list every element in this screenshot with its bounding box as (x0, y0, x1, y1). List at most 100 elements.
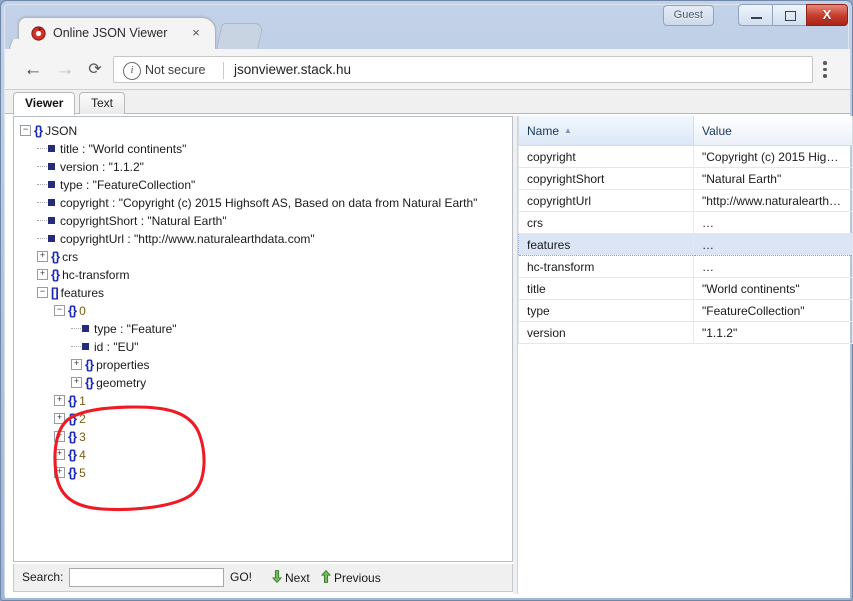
tree-node-label: geometry (96, 375, 147, 390)
tab-close-icon[interactable]: × (189, 26, 203, 40)
array-brace-icon: [] (51, 284, 59, 300)
tree-node[interactable]: type : "Feature" (14, 319, 512, 337)
table-row[interactable]: version "1.1.2" (518, 321, 853, 344)
reload-button[interactable]: ⟳ (83, 58, 107, 82)
tree-node-label: copyrightShort : "Natural Earth" (60, 213, 227, 228)
chrome-menu-icon[interactable] (823, 61, 827, 79)
table-cell-value: "1.1.2" (693, 321, 853, 344)
tree-node-label: features (60, 285, 105, 300)
tree-guide-line (71, 327, 81, 330)
tree-node[interactable]: −[] features (14, 283, 512, 301)
column-header-name-label: Name (527, 123, 560, 138)
tree-node[interactable]: +{} 1 (14, 391, 512, 409)
tree-node-label: 5 (79, 465, 86, 480)
tree-node[interactable]: +{} geometry (14, 373, 512, 391)
tree-node[interactable]: +{} 2 (14, 409, 512, 427)
tree-node[interactable]: copyright : "Copyright (c) 2015 Highsoft… (14, 193, 512, 211)
tree-node[interactable]: copyrightUrl : "http://www.naturalearthd… (14, 229, 512, 247)
info-circle-icon[interactable]: i (123, 62, 141, 80)
tree-node[interactable]: id : "EU" (14, 337, 512, 355)
tree-node[interactable]: version : "1.1.2" (14, 157, 512, 175)
collapse-icon[interactable]: − (20, 125, 31, 137)
expand-icon[interactable]: + (54, 467, 65, 479)
object-brace-icon: {} (68, 302, 77, 318)
forward-button[interactable]: → (53, 58, 77, 82)
table-row[interactable]: title "World continents" (518, 277, 853, 300)
column-header-value[interactable]: Value (693, 116, 853, 146)
collapse-icon[interactable]: − (37, 287, 48, 299)
close-button[interactable]: X (806, 4, 848, 26)
expand-icon[interactable]: + (37, 251, 48, 263)
tree-node[interactable]: copyrightShort : "Natural Earth" (14, 211, 512, 229)
table-cell-value: "FeatureCollection" (693, 299, 853, 322)
browser-toolbar: ← → ⟳ i Not secure jsonviewer.stack.hu (5, 49, 850, 90)
tree-node[interactable]: title : "World continents" (14, 139, 512, 157)
maximize-button[interactable] (772, 4, 807, 26)
expand-icon[interactable]: + (54, 413, 65, 425)
table-row[interactable]: type "FeatureCollection" (518, 299, 853, 322)
guest-profile-button[interactable]: Guest (662, 5, 714, 26)
previous-match-button[interactable]: Previous (321, 570, 381, 586)
minimize-icon (751, 17, 762, 19)
back-button[interactable]: ← (21, 58, 45, 82)
tree-node[interactable]: type : "FeatureCollection" (14, 175, 512, 193)
search-label: Search: (22, 570, 64, 584)
sort-ascending-icon: ▲ (564, 125, 572, 135)
leaf-node-icon (48, 199, 55, 207)
column-header-value-label: Value (702, 123, 732, 138)
table-cell-value: "World continents" (693, 277, 853, 300)
expand-icon[interactable]: + (71, 377, 82, 389)
next-match-button[interactable]: Next (272, 570, 310, 586)
json-tree: −{} JSON title : "World continents" version… (14, 121, 512, 481)
expand-icon[interactable]: + (54, 449, 65, 461)
tree-node[interactable]: −{} 0 (14, 301, 512, 319)
tree-node[interactable]: +{} crs (14, 247, 512, 265)
expand-icon[interactable]: + (54, 431, 65, 443)
minimize-button[interactable] (738, 4, 773, 26)
tree-node[interactable]: +{} 5 (14, 463, 512, 481)
leaf-node-icon (82, 325, 89, 333)
address-bar[interactable]: i Not secure jsonviewer.stack.hu (113, 56, 813, 83)
table-cell-value: … (693, 211, 853, 234)
tree-node[interactable]: +{} properties (14, 355, 512, 373)
tab-text[interactable]: Text (79, 92, 126, 114)
tree-node-label: type : "FeatureCollection" (60, 177, 196, 192)
table-cell-value: "Copyright (c) 2015 Highso… (693, 145, 853, 168)
close-icon: X (822, 7, 832, 22)
browser-tab-online-json-viewer[interactable]: Online JSON Viewer × (18, 17, 216, 50)
table-row[interactable]: crs… (518, 211, 853, 234)
search-input[interactable] (69, 568, 224, 587)
next-label: Next (285, 571, 310, 585)
table-header-row: Name ▲ Value (518, 116, 853, 146)
object-brace-icon: {} (51, 248, 60, 264)
json-tree-pane[interactable]: −{} JSON title : "World continents" version… (13, 116, 513, 562)
table-row[interactable]: copyright "Copyright (c) 2015 Highso… (518, 145, 853, 168)
table-row[interactable]: hc-transform… (518, 255, 853, 278)
tree-node[interactable]: +{} hc-transform (14, 265, 512, 283)
table-cell-name: crs (518, 211, 694, 234)
leaf-node-icon (48, 163, 55, 171)
new-tab-button[interactable] (216, 23, 264, 49)
tree-guide-line (37, 147, 47, 150)
table-row[interactable]: copyrightShort "Natural Earth" (518, 167, 853, 190)
tree-guide-line (37, 201, 47, 204)
table-row[interactable]: copyrightUrl "http://www.naturalearthdat… (518, 189, 853, 212)
tree-node-label: type : "Feature" (94, 321, 177, 336)
tree-node[interactable]: +{} 3 (14, 427, 512, 445)
table-cell-value: … (693, 233, 853, 256)
tree-node-label: copyright : "Copyright (c) 2015 Highsoft… (60, 195, 478, 210)
tree-node-label: crs (62, 249, 79, 264)
expand-icon[interactable]: + (37, 269, 48, 281)
tree-node[interactable]: +{} 4 (14, 445, 512, 463)
expand-icon[interactable]: + (54, 395, 65, 407)
collapse-icon[interactable]: − (54, 305, 65, 317)
tab-viewer[interactable]: Viewer (13, 92, 76, 115)
column-header-name[interactable]: Name ▲ (518, 116, 694, 146)
tree-node[interactable]: −{} JSON (14, 121, 512, 139)
object-brace-icon: {} (68, 446, 77, 462)
expand-icon[interactable]: + (71, 359, 82, 371)
table-body: copyright "Copyright (c) 2015 Highso… copy… (518, 145, 853, 344)
leaf-node-icon (48, 235, 55, 243)
table-row[interactable]: features… (518, 233, 853, 256)
go-button[interactable]: GO! (230, 570, 252, 584)
